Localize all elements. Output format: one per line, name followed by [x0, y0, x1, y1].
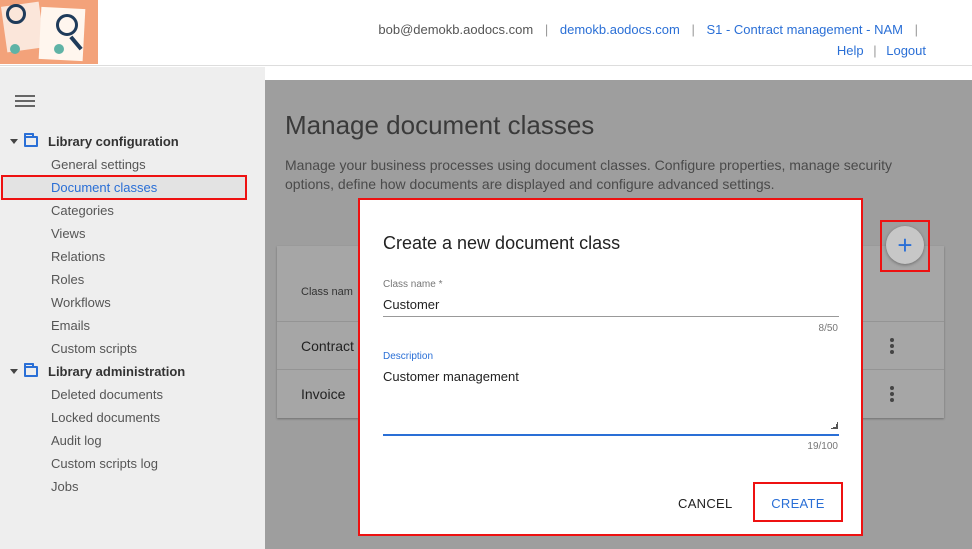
add-button-highlight: +: [880, 220, 930, 272]
sidebar-section-library-configuration[interactable]: Library configuration: [10, 133, 179, 149]
sidebar-item-document-classes[interactable]: Document classes: [51, 180, 157, 195]
more-vert-icon[interactable]: [890, 338, 894, 354]
folder-icon: [24, 133, 38, 147]
sidebar-item-views[interactable]: Views: [51, 226, 85, 241]
page-description: Manage your business processes using doc…: [285, 157, 892, 192]
caret-down-icon: [10, 139, 18, 144]
domain-link[interactable]: demokb.aodocs.com: [560, 22, 680, 37]
separator: |: [873, 43, 877, 58]
sidebar-item-relations[interactable]: Relations: [51, 249, 105, 264]
class-name-underline: [383, 316, 839, 317]
sidebar-item-roles[interactable]: Roles: [51, 272, 84, 287]
add-document-class-button[interactable]: +: [886, 226, 924, 264]
row-class-name: Invoice: [301, 386, 346, 402]
resize-handle-icon[interactable]: [831, 422, 838, 429]
separator: |: [914, 22, 918, 37]
user-email: bob@demokb.aodocs.com: [378, 22, 534, 37]
create-button-highlight: CREATE: [753, 482, 843, 522]
sidebar: Library configuration General settings D…: [0, 67, 265, 549]
more-vert-icon[interactable]: [890, 386, 894, 402]
class-name-input[interactable]: Customer: [383, 297, 439, 312]
sidebar-item-general-settings[interactable]: General settings: [51, 157, 146, 172]
app-header: bob@demokb.aodocs.com | demokb.aodocs.co…: [0, 0, 972, 66]
class-name-counter: 8/50: [818, 323, 838, 334]
page-title: Manage document classes: [285, 110, 595, 140]
sidebar-item-categories[interactable]: Categories: [51, 203, 114, 218]
row-class-name: Contract: [301, 338, 354, 354]
sidebar-item-locked-documents[interactable]: Locked documents: [51, 410, 160, 425]
library-logo[interactable]: [0, 0, 98, 64]
separator: |: [544, 22, 549, 37]
description-label: Description: [383, 351, 434, 362]
sidebar-item-emails[interactable]: Emails: [51, 318, 90, 333]
user-info-line: bob@demokb.aodocs.com | demokb.aodocs.co…: [378, 22, 926, 37]
create-document-class-dialog: Create a new document class Class name *…: [358, 198, 863, 536]
logout-link[interactable]: Logout: [886, 43, 926, 58]
column-header-class-name: Class nam: [301, 286, 353, 298]
section-label: Library configuration: [48, 134, 179, 149]
help-link[interactable]: Help: [837, 43, 864, 58]
help-line: Help | Logout: [837, 43, 926, 58]
section-label: Library administration: [48, 364, 186, 379]
separator: |: [691, 22, 695, 37]
class-name-label: Class name *: [383, 279, 443, 290]
sidebar-item-workflows[interactable]: Workflows: [51, 295, 111, 310]
menu-icon[interactable]: [15, 95, 35, 109]
sidebar-item-custom-scripts-log[interactable]: Custom scripts log: [51, 456, 158, 471]
sidebar-item-deleted-documents[interactable]: Deleted documents: [51, 387, 163, 402]
folder-icon: [24, 363, 38, 377]
sidebar-section-library-administration[interactable]: Library administration: [10, 363, 186, 379]
cancel-button[interactable]: CANCEL: [678, 496, 733, 511]
dialog-title: Create a new document class: [383, 233, 621, 253]
create-button[interactable]: CREATE: [755, 496, 841, 511]
description-underline: [383, 434, 839, 436]
sidebar-item-custom-scripts[interactable]: Custom scripts: [51, 341, 137, 356]
caret-down-icon: [10, 369, 18, 374]
library-link[interactable]: S1 - Contract management - NAM: [706, 22, 903, 37]
sidebar-item-jobs[interactable]: Jobs: [51, 479, 78, 494]
description-textarea[interactable]: Customer management: [383, 369, 519, 384]
sidebar-item-audit-log[interactable]: Audit log: [51, 433, 102, 448]
description-counter: 19/100: [807, 441, 838, 452]
